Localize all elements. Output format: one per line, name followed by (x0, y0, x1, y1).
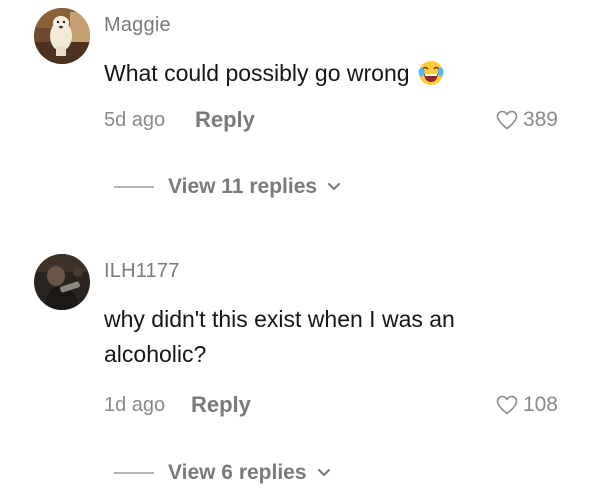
like-count: 108 (522, 393, 558, 416)
comment-item: Maggie What could possibly go wrong 5d a… (0, 0, 600, 230)
like-count: 389 (522, 108, 558, 131)
heart-icon (496, 395, 518, 415)
reply-button[interactable]: Reply (191, 392, 251, 418)
comment-text: What could possibly go wrong (104, 56, 544, 96)
username[interactable]: ILH1177 (104, 260, 180, 283)
like-button[interactable]: 389 (495, 108, 558, 132)
comment-text-content: What could possibly go wrong (104, 60, 410, 86)
comment-item: ILH1177 why didn't this exist when I was… (0, 230, 600, 501)
divider-line (114, 186, 154, 188)
view-replies-button[interactable]: View 6 replies (114, 461, 331, 485)
heart-icon (496, 110, 518, 130)
view-replies-button[interactable]: View 11 replies (114, 175, 341, 199)
avatar[interactable] (34, 254, 90, 310)
username[interactable]: Maggie (104, 14, 171, 37)
comment-time: 5d ago (104, 109, 166, 131)
avatar[interactable] (34, 8, 90, 64)
divider-line (114, 472, 154, 474)
tears-of-joy-emoji-icon (418, 60, 444, 96)
comment-text: why didn't this exist when I was an alco… (104, 306, 455, 367)
view-replies-label: View 6 replies (168, 461, 307, 484)
chevron-down-icon (317, 469, 330, 476)
comment-time: 1d ago (104, 394, 166, 416)
like-button[interactable]: 108 (495, 393, 558, 417)
chevron-down-icon (328, 183, 341, 190)
reply-button[interactable]: Reply (195, 107, 255, 133)
view-replies-label: View 11 replies (168, 175, 318, 198)
